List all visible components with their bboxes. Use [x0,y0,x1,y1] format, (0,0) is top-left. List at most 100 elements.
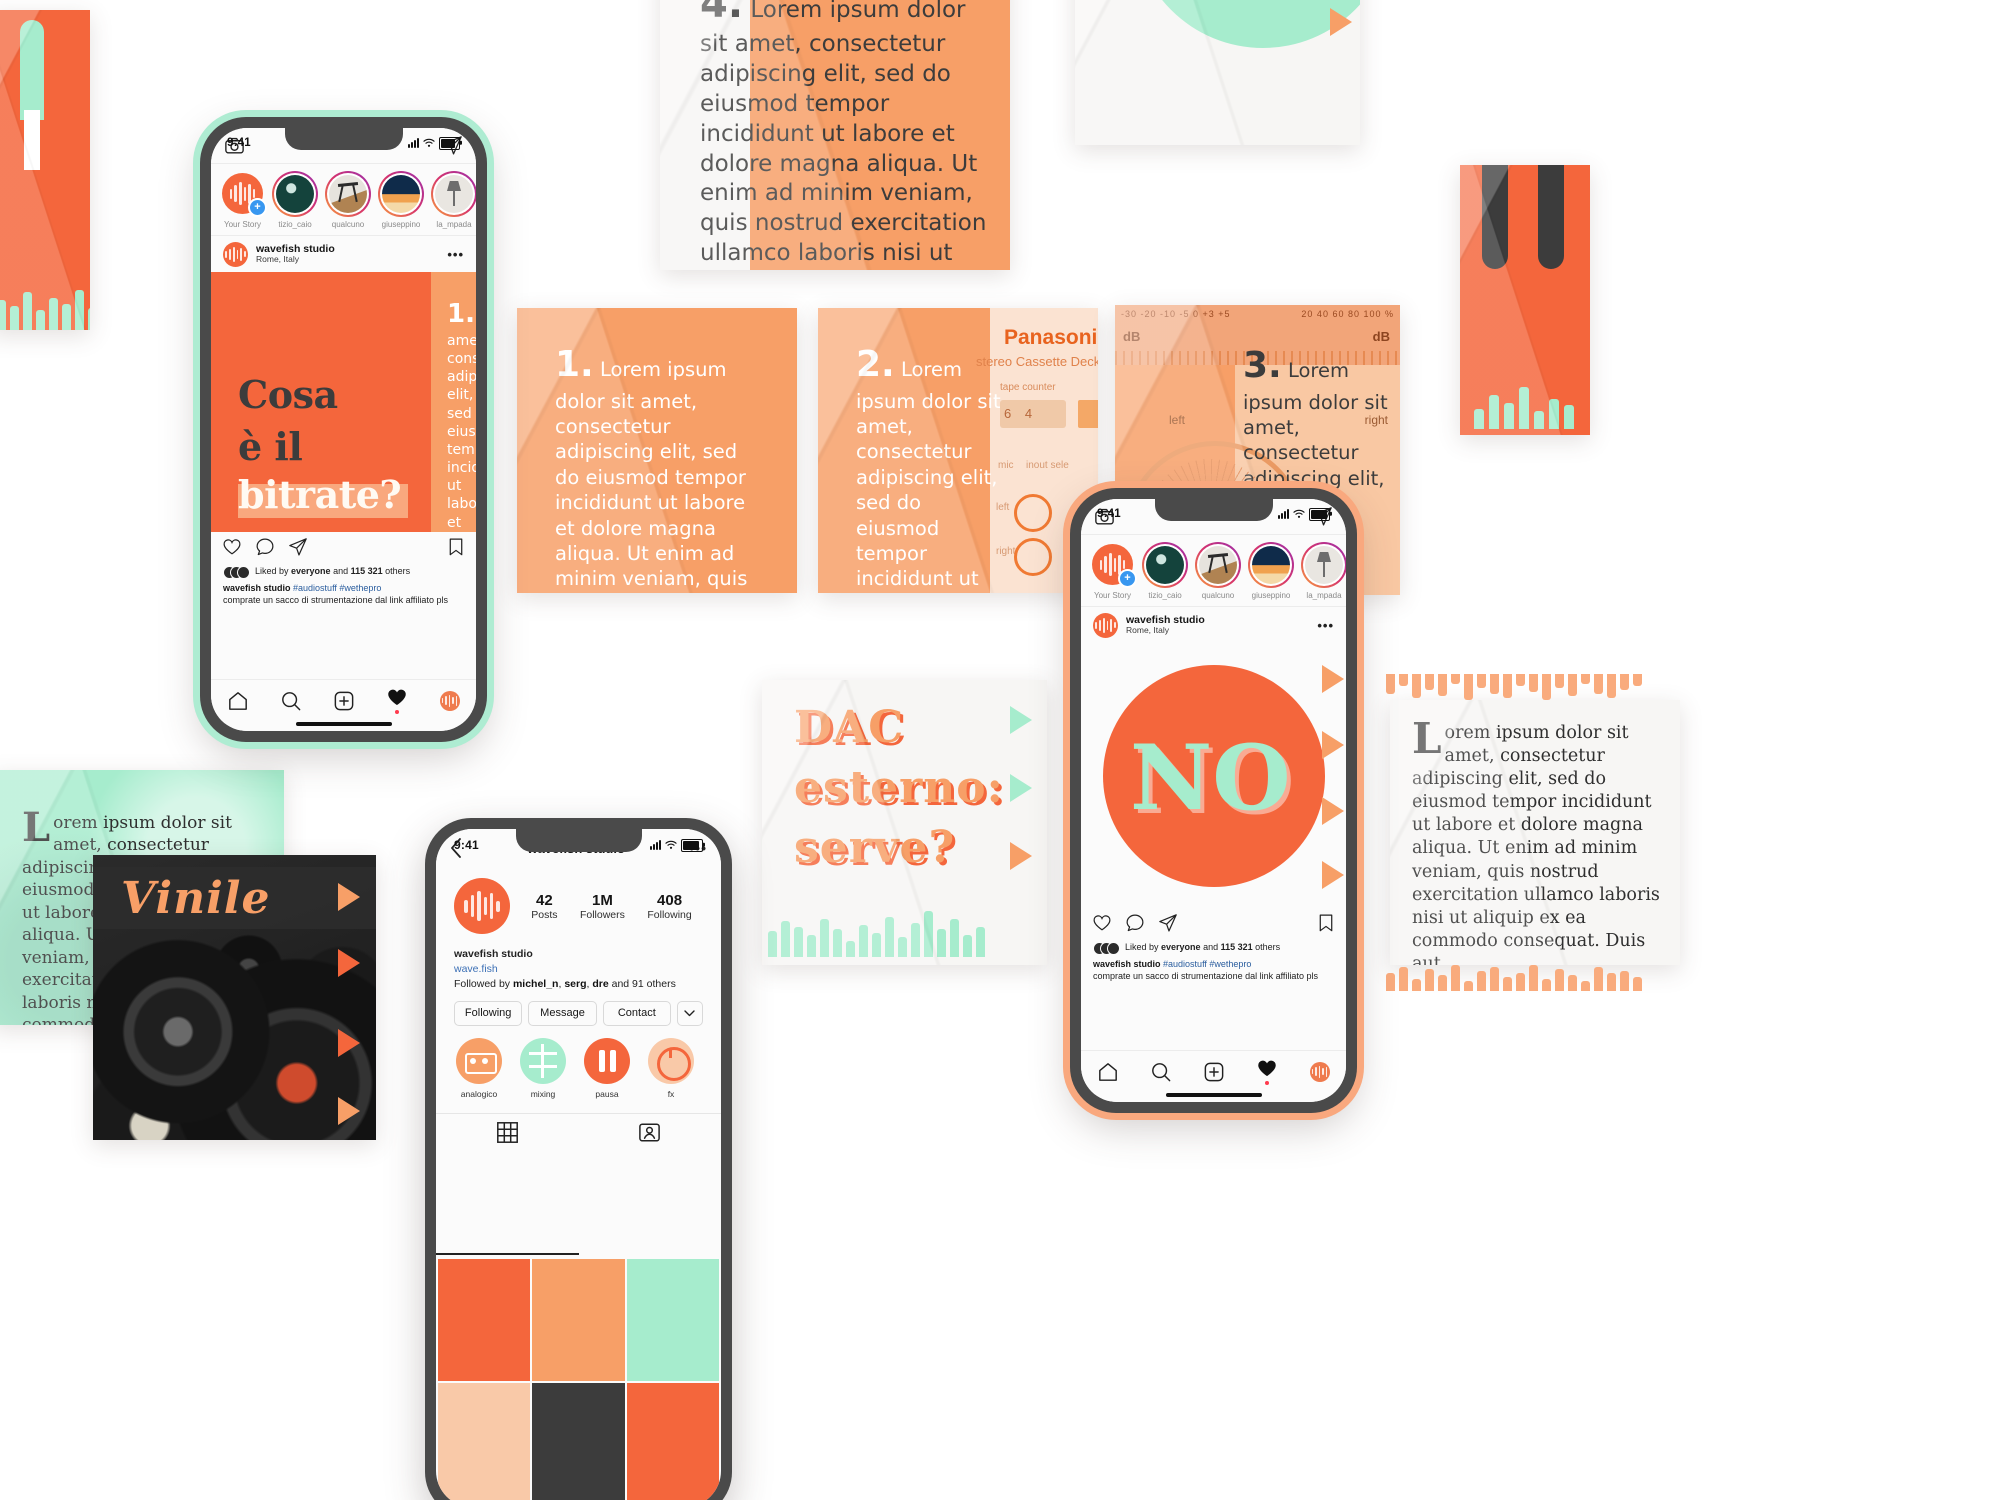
next-arrow-icon[interactable] [1322,665,1344,693]
heart-icon[interactable] [1093,914,1111,932]
caption-user[interactable]: wavefish studio [223,583,291,593]
grid-cell[interactable] [626,1259,719,1381]
highlight-cover[interactable] [584,1037,630,1084]
next-arrow-icon[interactable] [1010,706,1032,734]
highlights-row[interactable]: analogico mixing pausa fx [436,1026,721,1099]
following-button[interactable]: Following [454,1000,523,1026]
story-avatar[interactable] [382,175,420,213]
avatar-icon[interactable] [439,690,460,711]
avatar-icon[interactable] [1309,1061,1330,1082]
post-media[interactable]: Cosa è il bitrate? 1. amet, consectetur … [211,272,476,532]
heart-icon[interactable] [387,688,407,707]
story-item[interactable]: la_mpada [431,171,476,235]
profile-avatar[interactable] [454,878,510,934]
send-icon[interactable] [289,538,307,556]
grid-cell[interactable] [438,1259,531,1381]
caption-user[interactable]: wavefish studio [1093,959,1161,969]
highlight-pausa[interactable]: pausa [584,1037,630,1099]
highlight-analogico[interactable]: analogico [456,1037,502,1099]
search-icon[interactable] [1151,1062,1171,1082]
story-item[interactable]: qualcuno [1195,542,1241,606]
stat-posts[interactable]: 42 Posts [531,892,557,921]
heart-icon[interactable] [223,538,241,556]
story-item[interactable]: + Your Story [220,171,267,235]
post-header: wavefish studio Rome, Italy ••• [211,236,476,272]
ellipsis-icon[interactable]: ••• [1317,618,1334,633]
bio-link[interactable]: wave.fish [454,962,703,977]
next-arrow-icon[interactable] [338,1097,360,1125]
highlight-cover[interactable] [456,1037,502,1084]
tab-bar[interactable] [1081,1050,1346,1102]
stories-tray[interactable]: + Your Story tizio_caio qualcuno giusepp… [211,164,476,236]
caption-tags[interactable]: #audiostuff #wethepro [1163,959,1251,969]
story-avatar[interactable] [276,175,314,213]
tagged-tab[interactable] [579,1114,722,1151]
tagged-icon[interactable] [639,1122,661,1143]
ellipsis-icon[interactable]: ••• [447,247,464,262]
stat-following[interactable]: 408 Following [647,892,691,921]
story-avatar[interactable] [1305,546,1343,584]
story-avatar[interactable] [329,175,367,213]
story-item[interactable]: giuseppino [378,171,424,235]
next-arrow-icon[interactable] [1330,8,1352,36]
story-item[interactable]: qualcuno [325,171,371,235]
add-icon[interactable] [1204,1062,1224,1082]
chevron-down-icon[interactable] [676,1000,703,1026]
post-media[interactable]: NO [1081,643,1346,908]
post-avatar[interactable] [223,241,248,267]
send-icon[interactable] [1159,914,1177,932]
grid-cell[interactable] [626,1383,719,1500]
grid-cell[interactable] [532,1383,625,1500]
story-item[interactable]: tizio_caio [272,171,318,235]
add-icon[interactable] [334,691,354,711]
story-avatar[interactable] [1146,546,1184,584]
next-arrow-icon[interactable] [338,1029,360,1057]
next-arrow-icon[interactable] [338,949,360,977]
post-avatar[interactable] [1093,612,1118,638]
story-avatar[interactable] [1252,546,1290,584]
highlight-cover[interactable] [648,1037,694,1084]
story-avatar[interactable] [435,175,473,213]
right-dropcap: L [1412,714,1442,763]
grid-cell[interactable] [438,1383,531,1500]
contact-button[interactable]: Contact [602,1000,671,1026]
next-arrow-icon[interactable] [1322,861,1344,889]
next-arrow-icon[interactable] [1322,797,1344,825]
grid-icon[interactable] [496,1121,518,1143]
comment-icon[interactable] [1126,914,1144,932]
tab-bar[interactable] [211,679,476,731]
add-story-icon[interactable]: + [248,198,267,217]
bookmark-icon[interactable] [1318,914,1334,932]
profile-tabs[interactable] [436,1112,722,1151]
bookmark-icon[interactable] [448,538,464,556]
followed-name-3[interactable]: dre [592,978,608,990]
next-arrow-icon[interactable] [1322,731,1344,759]
followed-name-2[interactable]: serg [564,978,586,990]
highlight-cover[interactable] [520,1037,566,1084]
grid-tab[interactable] [436,1114,579,1151]
grid-cell[interactable] [532,1259,625,1381]
story-item[interactable]: tizio_caio [1142,542,1188,606]
vinile-title: Vinile [121,873,271,924]
story-item[interactable]: la_mpada [1301,542,1346,606]
stories-tray[interactable]: + Your Story tizio_caio qualcuno giusepp… [1081,535,1346,607]
add-story-icon[interactable]: + [1118,569,1137,588]
next-arrow-icon[interactable] [338,883,360,911]
stat-followers[interactable]: 1M Followers [580,892,625,921]
search-icon[interactable] [281,691,301,711]
caption-tags[interactable]: #audiostuff #wethepro [293,583,381,593]
next-arrow-icon[interactable] [1010,842,1032,870]
home-icon[interactable] [1098,1062,1118,1082]
highlight-fx[interactable]: fx [648,1037,694,1099]
story-item[interactable]: + Your Story [1090,542,1137,606]
comment-icon[interactable] [256,538,274,556]
highlight-mixing[interactable]: mixing [520,1037,566,1099]
message-button[interactable]: Message [528,1000,597,1026]
story-item[interactable]: giuseppino [1248,542,1294,606]
home-icon[interactable] [228,691,248,711]
next-arrow-icon[interactable] [1010,774,1032,802]
profile-grid[interactable] [436,1257,721,1500]
followed-name-1[interactable]: michel_n [513,978,559,990]
story-avatar[interactable] [1199,546,1237,584]
heart-icon[interactable] [1257,1059,1277,1078]
